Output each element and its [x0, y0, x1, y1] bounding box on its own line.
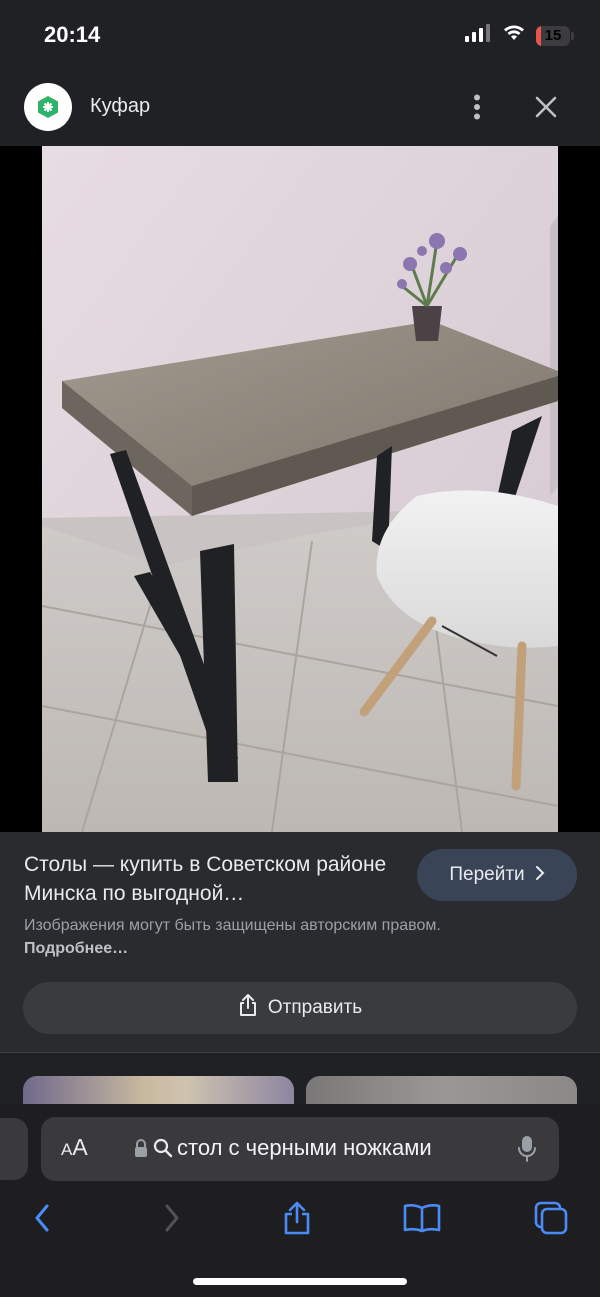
share-icon: [238, 993, 258, 1023]
share-button-label: Отправить: [267, 997, 363, 1018]
back-icon[interactable]: [22, 1196, 62, 1240]
forward-icon[interactable]: [152, 1196, 192, 1240]
result-title[interactable]: Столы — купить в Советском районе Минска…: [24, 850, 394, 908]
product-photo[interactable]: [42, 146, 558, 832]
learn-more-link[interactable]: Подробнее…: [24, 940, 128, 957]
image-preview: [0, 146, 600, 958]
cellular-signal-icon: [464, 24, 492, 47]
visit-button[interactable]: Перейти: [417, 849, 577, 901]
battery-level: 15: [544, 26, 562, 44]
copyright-notice: Изображения могут быть защищены авторски…: [24, 914, 444, 960]
share-button[interactable]: Отправить: [23, 982, 577, 1034]
reader-settings-button[interactable]: AA: [61, 1134, 88, 1161]
microphone-icon[interactable]: [517, 1135, 537, 1168]
kufar-logo-icon: [24, 83, 72, 131]
share-icon[interactable]: [277, 1196, 317, 1240]
battery-icon: 15: [536, 25, 574, 46]
copyright-text: Изображения могут быть защищены авторски…: [24, 917, 441, 934]
chevron-right-icon: [535, 864, 545, 886]
tabs-icon[interactable]: [531, 1196, 571, 1240]
navigation-row: [0, 1196, 600, 1246]
status-icons: 15: [464, 24, 574, 47]
result-info-panel: Столы — купить в Советском районе Минска…: [0, 832, 600, 1052]
lock-icon: [133, 1138, 149, 1163]
wifi-icon: [502, 24, 526, 47]
browser-toolbar: AA стол с черными ножками: [0, 1104, 600, 1297]
site-header: Куфар: [0, 70, 600, 146]
search-icon: [153, 1138, 173, 1163]
address-bar[interactable]: AA стол с черными ножками: [41, 1117, 559, 1181]
close-icon[interactable]: [530, 90, 562, 124]
more-vertical-icon[interactable]: [462, 90, 492, 124]
previous-tab-peek[interactable]: [0, 1118, 28, 1180]
address-text[interactable]: стол с черными ножками: [177, 1135, 432, 1161]
visit-button-label: Перейти: [449, 864, 525, 885]
site-name: Куфар: [90, 95, 151, 117]
status-time: 20:14: [44, 22, 101, 47]
home-indicator[interactable]: [193, 1278, 407, 1285]
bookmarks-icon[interactable]: [402, 1196, 442, 1240]
status-bar: 20:14 15: [0, 0, 600, 70]
